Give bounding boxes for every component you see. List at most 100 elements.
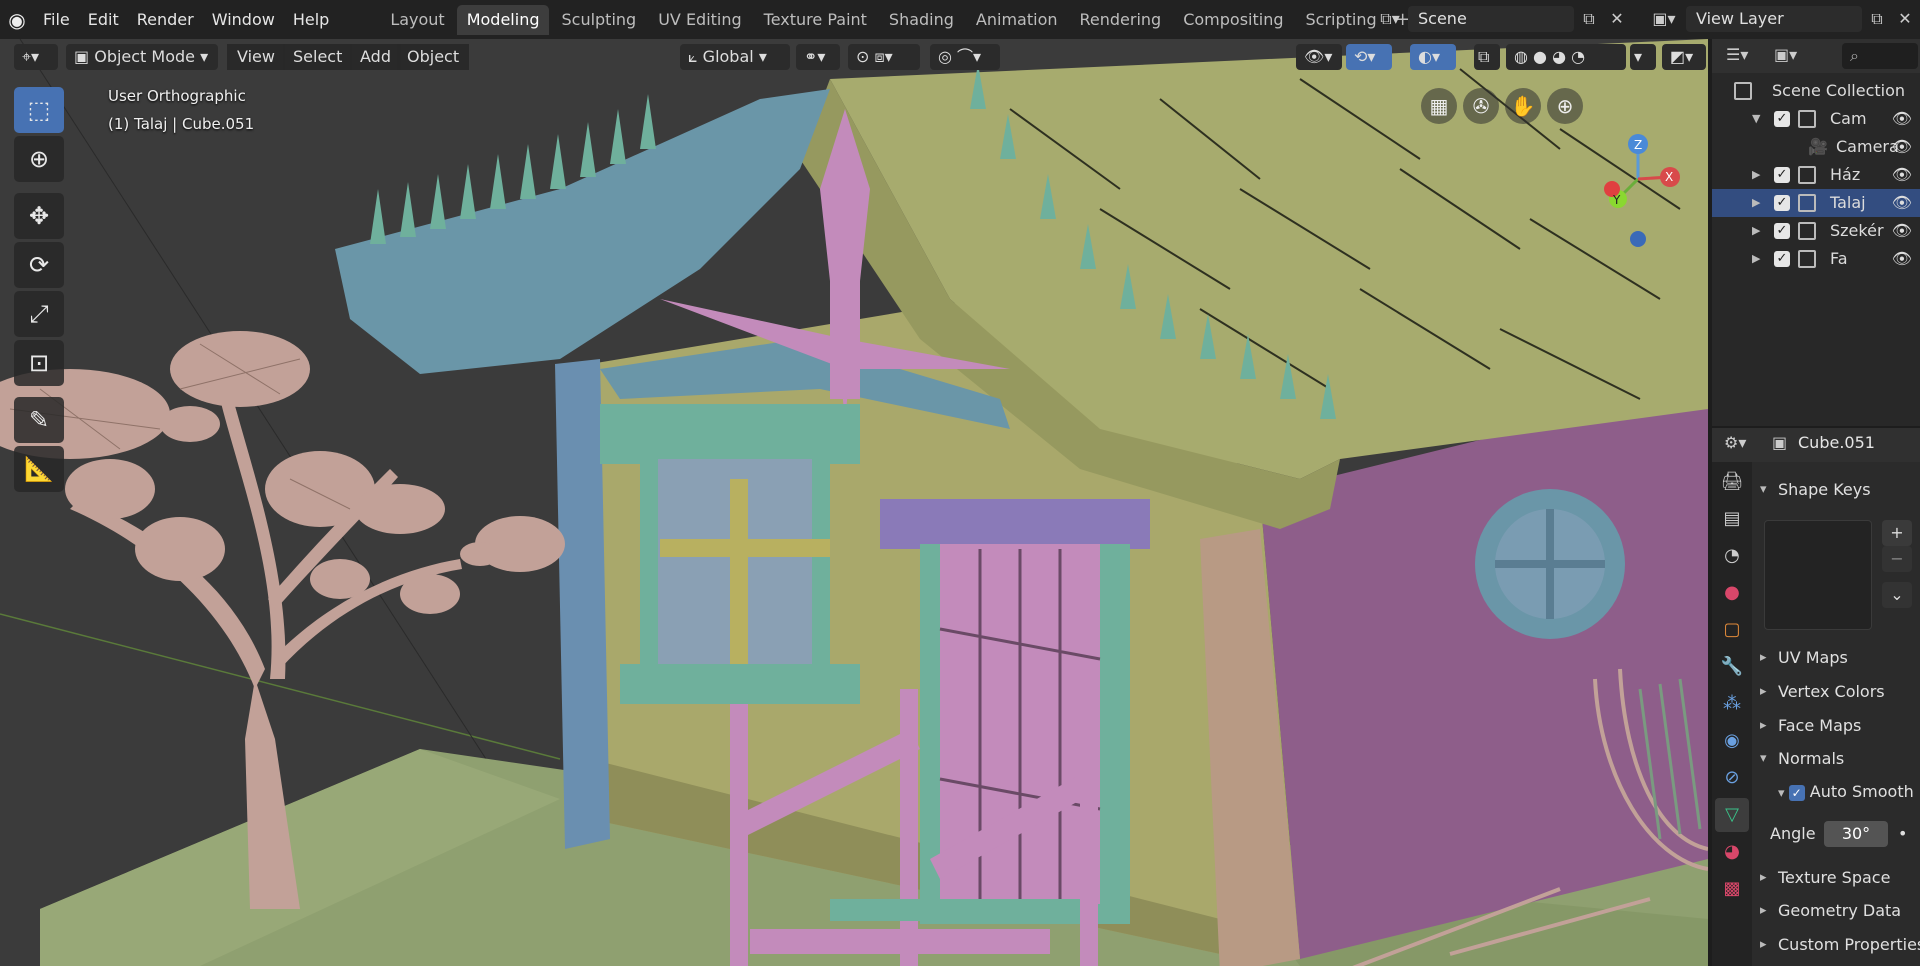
tab-modifier-icon[interactable]: 🔧 [1715,650,1749,684]
shading-mode-icons[interactable]: ◍ ● ◕ ◔ [1506,44,1626,70]
cursor-tool-icon[interactable]: ⊕ [14,136,64,182]
menu-object[interactable]: Object [397,44,470,70]
snapping-icon[interactable]: ⊙ ⧈▾ [848,44,920,70]
scene-name-field[interactable]: Scene [1408,6,1574,32]
view-layer-field[interactable]: View Layer [1686,6,1862,32]
angle-field[interactable]: 30° [1824,821,1888,847]
checkbox-icon[interactable]: ✓ [1774,167,1790,183]
tab-uv-editing[interactable]: UV Editing [648,5,751,35]
menu-add[interactable]: Add [350,44,401,70]
panel-texture-space[interactable]: Texture Space [1754,863,1920,893]
tab-texture-paint[interactable]: Texture Paint [754,5,877,35]
tab-shading[interactable]: Shading [879,5,964,35]
outliner-row-haz[interactable]: ▶ ✓ Ház 👁 [1712,161,1920,189]
outliner-row-szeker[interactable]: ▶ ✓ Szekér 👁 [1712,217,1920,245]
tab-particles-icon[interactable]: ⁂ [1715,687,1749,721]
outliner-row-camera[interactable]: 🎥 Camera 👁 [1712,133,1920,161]
expand-triangle-icon[interactable]: ▾ [1778,786,1789,801]
tab-rendering[interactable]: Rendering [1070,5,1172,35]
proportional-editing-icon[interactable]: ◎ ⌒▾ [930,44,1000,70]
move-tool-icon[interactable]: ✥ [14,193,64,239]
transform-orientation-selector[interactable]: ⟀ Global ▾ [680,44,790,70]
shading-options-icon[interactable]: ▾ [1630,44,1656,70]
menu-window[interactable]: Window [203,6,284,34]
overlays-toggle-icon[interactable]: ◐▾ [1410,44,1456,70]
tab-view-layer-icon[interactable]: ▤ [1715,502,1749,536]
annotate-tool-icon[interactable]: ✎ [14,397,64,443]
panel-normals[interactable]: Normals [1754,744,1920,774]
panel-vertex-colors[interactable]: Vertex Colors [1754,677,1920,707]
expand-triangle-icon[interactable]: ▶ [1752,189,1760,217]
tab-compositing[interactable]: Compositing [1173,5,1293,35]
eye-icon[interactable]: 👁 [1892,161,1912,189]
eye-icon[interactable]: 👁 [1892,245,1912,273]
menu-render[interactable]: Render [128,6,203,34]
3d-viewport[interactable]: User Orthographic (1) Talaj | Cube.051 Z… [0,39,1708,966]
checkbox-icon[interactable]: ✓ [1774,195,1790,211]
zoom-view-icon[interactable]: ⊕ [1547,88,1583,124]
eye-icon[interactable]: 👁 [1892,105,1912,133]
panel-geometry-data[interactable]: Geometry Data [1754,896,1920,926]
tab-scene-icon[interactable]: ◔ [1715,539,1749,573]
expand-triangle-icon[interactable]: ▶ [1752,161,1760,189]
new-scene-icon[interactable]: ⧉ [1576,6,1602,32]
orientation-gizmo[interactable]: Z Y X [1590,89,1700,249]
panel-uv-maps[interactable]: UV Maps [1754,643,1920,673]
pan-view-icon[interactable]: ✋ [1505,88,1541,124]
tab-object-icon[interactable]: ▢ [1715,613,1749,647]
pivot-point-icon[interactable]: ⚭▾ [796,44,840,70]
tab-animation[interactable]: Animation [966,5,1068,35]
tab-modeling[interactable]: Modeling [456,4,550,35]
menu-help[interactable]: Help [284,6,338,34]
visibility-selector-icon[interactable]: 👁▾ [1296,44,1342,70]
outliner-row-cam[interactable]: ▼ ✓ Cam 👁 [1712,105,1920,133]
view-layer-selector-icon[interactable]: ▣▾ [1644,6,1684,32]
panel-face-maps[interactable]: Face Maps [1754,711,1920,741]
tab-constraints-icon[interactable]: ⊘ [1715,761,1749,795]
editor-options-icon[interactable]: ◩▾ [1662,44,1706,70]
measure-tool-icon[interactable]: 📐 [14,446,64,492]
camera-view-icon[interactable]: ✇ [1463,88,1499,124]
menu-select[interactable]: Select [283,44,353,70]
rotate-tool-icon[interactable]: ⟳ [14,242,64,288]
scene-collection-row[interactable]: Scene Collection [1712,77,1920,105]
new-view-layer-icon[interactable]: ⧉ [1864,6,1890,32]
shape-key-specials-icon[interactable]: ⌄ [1882,582,1912,608]
remove-shape-key-button[interactable]: − [1882,546,1912,572]
tab-physics-icon[interactable]: ◉ [1715,724,1749,758]
expand-triangle-icon[interactable]: ▶ [1752,245,1760,273]
transform-tool-icon[interactable]: ⊡ [14,340,64,386]
display-mode-icon[interactable]: ▣▾ [1774,45,1797,64]
tab-mesh-data-icon[interactable]: ▽ [1715,798,1749,832]
tab-world-icon[interactable]: ● [1715,576,1749,610]
tab-sculpting[interactable]: Sculpting [551,5,646,35]
scale-tool-icon[interactable]: ⤢ [14,291,64,337]
checkbox-icon[interactable]: ✓ [1774,251,1790,267]
keyframe-dot-icon[interactable]: • [1898,821,1907,847]
auto-smooth-row[interactable]: ▾ ✓ Auto Smooth [1778,778,1920,806]
collapse-triangle-icon[interactable]: ▼ [1752,105,1760,133]
shape-keys-list[interactable] [1764,520,1872,630]
auto-smooth-checkbox[interactable]: ✓ [1788,784,1805,801]
add-shape-key-button[interactable]: + [1882,520,1912,546]
xray-toggle-icon[interactable]: ⧉ [1474,44,1500,70]
tab-texture-icon[interactable]: ▩ [1715,872,1749,906]
eye-icon[interactable]: 👁 [1892,133,1912,161]
delete-scene-icon[interactable]: ✕ [1604,6,1630,32]
eye-icon[interactable]: 👁 [1892,217,1912,245]
gizmo-toggle-icon[interactable]: ⟲▾ [1346,44,1392,70]
editor-type-button[interactable]: ⌖▾ [14,44,58,70]
menu-file[interactable]: File [34,6,79,34]
select-box-tool-icon[interactable]: ⬚ [14,87,64,133]
tab-material-icon[interactable]: ◕ [1715,835,1749,869]
mode-selector[interactable]: ▣ Object Mode ▾ [66,44,218,70]
outliner-editor-type-icon[interactable]: ☰▾ [1726,45,1748,64]
eye-icon[interactable]: 👁 [1892,189,1912,217]
outliner-row-fa[interactable]: ▶ ✓ Fa 👁 [1712,245,1920,273]
tab-output-icon[interactable]: 🖨 [1715,465,1749,499]
tab-layout[interactable]: Layout [380,5,454,35]
delete-view-layer-icon[interactable]: ✕ [1892,6,1918,32]
properties-editor-type-icon[interactable]: ⚙▾ [1724,433,1746,452]
scene-selector-icon[interactable]: ⧉▾ [1370,6,1410,32]
panel-shape-keys[interactable]: Shape Keys [1754,475,1920,505]
